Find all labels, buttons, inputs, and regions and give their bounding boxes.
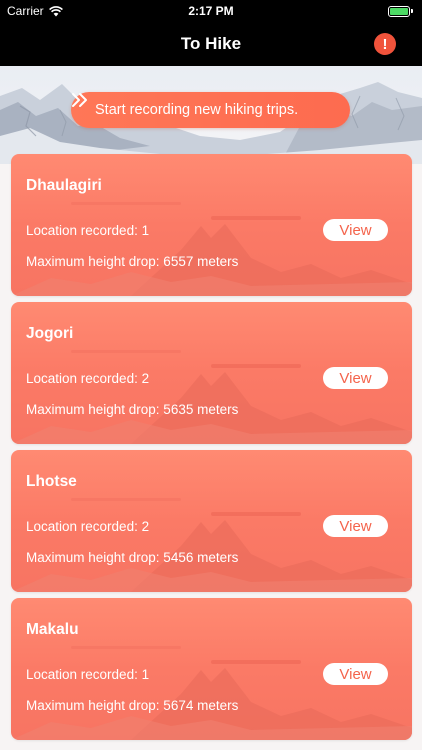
trip-card[interactable]: Jogori Location recorded: 2 Maximum heig… bbox=[11, 302, 412, 444]
locations-recorded: Location recorded: 1 bbox=[26, 223, 150, 238]
page-title: To Hike bbox=[180, 34, 242, 53]
view-button[interactable]: View bbox=[323, 663, 388, 685]
exclamation-icon: ! bbox=[382, 35, 388, 53]
locations-recorded: Location recorded: 2 bbox=[26, 519, 150, 534]
view-button[interactable]: View bbox=[323, 219, 388, 241]
trip-card[interactable]: Makalu Location recorded: 1 Maximum heig… bbox=[11, 598, 412, 740]
locations-recorded: Location recorded: 2 bbox=[26, 371, 150, 386]
mountain-banner: Start recording new hiking trips. bbox=[0, 66, 422, 164]
battery-icon bbox=[388, 5, 414, 17]
view-button[interactable]: View bbox=[323, 515, 388, 537]
start-recording-button[interactable]: Start recording new hiking trips. bbox=[71, 92, 350, 128]
locations-recorded: Location recorded: 1 bbox=[26, 667, 150, 682]
view-button[interactable]: View bbox=[323, 367, 388, 389]
max-height-drop: Maximum height drop: 5456 meters bbox=[26, 550, 239, 565]
trip-name: Makalu bbox=[26, 621, 79, 638]
start-recording-label: Start recording new hiking trips. bbox=[95, 102, 299, 118]
max-height-drop: Maximum height drop: 6557 meters bbox=[26, 254, 239, 269]
trip-card[interactable]: Dhaulagiri Location recorded: 1 Maximum … bbox=[11, 154, 412, 296]
alert-button[interactable]: ! bbox=[374, 33, 396, 55]
trip-name: Jogori bbox=[26, 325, 74, 342]
status-bar: Carrier 2:17 PM bbox=[0, 0, 422, 22]
trip-name: Lhotse bbox=[26, 473, 77, 490]
max-height-drop: Maximum height drop: 5635 meters bbox=[26, 402, 239, 417]
app-screen: Carrier 2:17 PM To Hike ! Start recordin… bbox=[0, 0, 422, 750]
trip-name: Dhaulagiri bbox=[26, 177, 102, 194]
max-height-drop: Maximum height drop: 5674 meters bbox=[26, 698, 239, 713]
trip-card[interactable]: Lhotse Location recorded: 2 Maximum heig… bbox=[11, 450, 412, 592]
navigation-bar: To Hike ! bbox=[0, 22, 422, 66]
status-time: 2:17 PM bbox=[188, 4, 234, 18]
